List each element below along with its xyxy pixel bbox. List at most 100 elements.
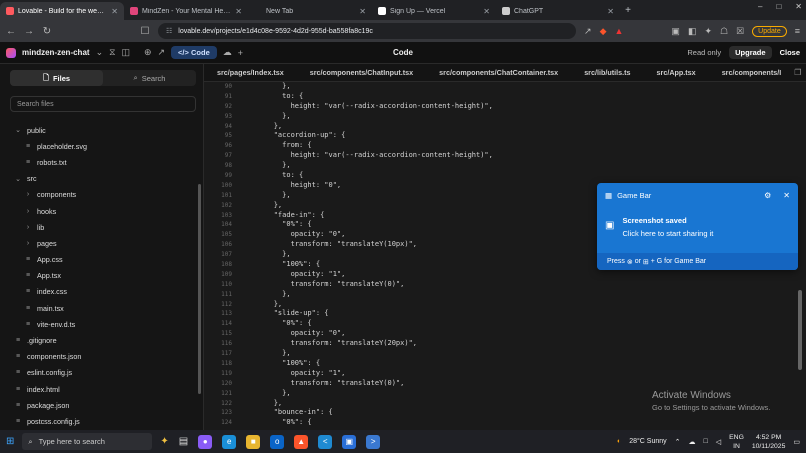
tree-file[interactable]: ≡ index.css bbox=[10, 284, 196, 300]
update-button[interactable]: Update bbox=[752, 25, 787, 37]
new-tab-icon[interactable]: + bbox=[620, 2, 636, 20]
split-view-icon[interactable]: ◧ bbox=[688, 26, 697, 37]
tree-file[interactable]: ≡ .gitignore bbox=[10, 332, 196, 348]
site-info-icon[interactable]: ☷ bbox=[166, 27, 172, 35]
brave-app-icon[interactable]: ▲ bbox=[294, 434, 309, 449]
tree-file[interactable]: ≡ index.html bbox=[10, 381, 196, 397]
game-bar-notification[interactable]: ▦ Game Bar ⚙ ✕ ▣ Screenshot saved Click … bbox=[597, 183, 798, 270]
copy-icon[interactable]: ❐ bbox=[794, 68, 801, 78]
editor-tab[interactable]: src/App.tsx bbox=[644, 68, 709, 77]
cloud-tray-icon[interactable]: ☁ bbox=[689, 438, 696, 446]
sidebar-scrollbar[interactable] bbox=[198, 184, 201, 394]
editor-tab[interactable]: src/components/I bbox=[709, 68, 795, 77]
settings-gear-icon[interactable]: ⚙ bbox=[764, 191, 771, 200]
editor-tab[interactable]: src/components/ChatContainer.tsx bbox=[426, 68, 571, 77]
tab-close-icon[interactable]: ✕ bbox=[359, 7, 366, 16]
maximize-icon[interactable]: □ bbox=[776, 2, 781, 11]
browser-tab[interactable]: ChatGPT ✕ bbox=[496, 2, 620, 20]
tree-file[interactable]: ≡ components.json bbox=[10, 349, 196, 365]
terminal-app-icon[interactable]: > bbox=[366, 434, 381, 449]
analytics-icon[interactable]: ↗ bbox=[158, 47, 166, 58]
brave-shield-icon[interactable]: ◆ bbox=[600, 26, 607, 37]
editor-scrollbar[interactable] bbox=[798, 290, 802, 370]
system-clock[interactable]: 4:52 PM 10/11/2025 bbox=[752, 433, 786, 451]
toast-subtitle: Click here to start sharing it bbox=[622, 229, 714, 238]
wallet-icon[interactable]: ☒ bbox=[736, 26, 744, 37]
tree-file[interactable]: ≡ vite-env.d.ts bbox=[10, 316, 196, 332]
lovable-logo-icon[interactable] bbox=[6, 47, 16, 58]
editor-tab[interactable]: src/pages/Index.tsx bbox=[204, 68, 297, 77]
window-close-icon[interactable]: ✕ bbox=[795, 2, 802, 11]
edge-app-icon[interactable]: e bbox=[222, 434, 237, 449]
close-icon[interactable]: ✕ bbox=[783, 191, 790, 200]
forward-icon[interactable]: → bbox=[24, 26, 34, 37]
tray-chevron-icon[interactable]: ⌃ bbox=[675, 438, 681, 446]
tree-folder[interactable]: ⌄ public bbox=[10, 122, 196, 138]
editor-tab[interactable]: src/lib/utils.ts bbox=[571, 68, 643, 77]
code-view-button[interactable]: </> Code bbox=[171, 46, 217, 59]
search-files-input[interactable]: Search files bbox=[10, 96, 196, 112]
tree-file[interactable]: ≡ postcss.config.js bbox=[10, 413, 196, 429]
url-bar[interactable]: ☷ lovable.dev/projects/e1d4c08e-9592-4d2… bbox=[158, 23, 577, 39]
share-icon[interactable]: ↗ bbox=[584, 26, 592, 37]
copilot-sparkle-icon[interactable]: ✦ bbox=[160, 436, 168, 447]
toast-title: Screenshot saved bbox=[622, 216, 687, 225]
tree-folder[interactable]: › lib bbox=[10, 219, 196, 235]
browser-tab[interactable]: Lovable - Build for the web 20x ✕ bbox=[0, 2, 124, 20]
tree-folder[interactable]: › components bbox=[10, 187, 196, 203]
browser-tab[interactable]: MindZen - Your Mental Health Comp ✕ bbox=[124, 2, 248, 20]
brave-rewards-icon[interactable]: ▲ bbox=[615, 26, 624, 36]
outlook-app-icon[interactable]: o bbox=[270, 434, 285, 449]
windows-start-icon[interactable]: ⊞ bbox=[6, 436, 14, 447]
volume-icon[interactable]: ◁ bbox=[716, 438, 721, 446]
tree-file[interactable]: ≡ robots.txt bbox=[10, 154, 196, 170]
upgrade-button[interactable]: Upgrade bbox=[729, 46, 772, 59]
taskbar-search[interactable]: ⌕ Type here to search bbox=[22, 433, 153, 450]
tab-search[interactable]: ⌕ Search bbox=[103, 70, 196, 86]
store-app-icon[interactable]: ▣ bbox=[342, 434, 357, 449]
weather-icon[interactable]: ◐ bbox=[617, 438, 621, 445]
tree-folder[interactable]: › hooks bbox=[10, 203, 196, 219]
vscode-app-icon[interactable]: < bbox=[318, 434, 333, 449]
line-number: 118 bbox=[221, 359, 232, 367]
file-explorer-icon[interactable]: ■ bbox=[246, 434, 261, 449]
extensions-icon[interactable]: ✦ bbox=[704, 26, 712, 37]
project-name[interactable]: mindzen-zen-chat bbox=[22, 48, 90, 57]
browser-tab[interactable]: Sign Up — Vercel ✕ bbox=[372, 2, 496, 20]
tab-close-icon[interactable]: ✕ bbox=[607, 7, 614, 16]
browser-tab[interactable]: New Tab ✕ bbox=[248, 2, 372, 20]
tree-file[interactable]: ≡ placeholder.svg bbox=[10, 138, 196, 154]
language-indicator[interactable]: ENG IN bbox=[729, 433, 744, 451]
preview-globe-icon[interactable]: ⊕ bbox=[144, 47, 152, 58]
tree-file[interactable]: ≡ App.tsx bbox=[10, 268, 196, 284]
tree-file[interactable]: ≡ main.tsx bbox=[10, 300, 196, 316]
tab-close-icon[interactable]: ✕ bbox=[235, 7, 242, 16]
tree-folder[interactable]: ⌄ src bbox=[10, 171, 196, 187]
tree-file[interactable]: ≡ package.json bbox=[10, 397, 196, 413]
tab-files[interactable]: 🗋 Files bbox=[10, 70, 103, 86]
close-button[interactable]: Close bbox=[780, 48, 800, 57]
sidebar-panel-icon[interactable]: ◫ bbox=[121, 47, 130, 58]
add-icon[interactable]: + bbox=[238, 48, 243, 58]
tab-close-icon[interactable]: ✕ bbox=[483, 7, 490, 16]
notification-icon[interactable]: ▭ bbox=[793, 438, 800, 446]
minimize-icon[interactable]: – bbox=[758, 2, 762, 11]
editor-tab[interactable]: src/components/ChatInput.tsx bbox=[297, 68, 426, 77]
copilot-app-icon[interactable]: ● bbox=[198, 434, 213, 449]
cloud-icon[interactable]: ☁ bbox=[223, 47, 232, 58]
tree-file[interactable]: ≡ eslint.config.js bbox=[10, 365, 196, 381]
tree-folder[interactable]: › pages bbox=[10, 235, 196, 251]
tree-file[interactable]: ≡ App.css bbox=[10, 252, 196, 268]
history-icon[interactable]: ⧖ bbox=[109, 47, 115, 58]
weather-text[interactable]: 28°C Sunny bbox=[629, 438, 666, 445]
vpn-icon[interactable]: ☖ bbox=[720, 26, 728, 37]
reload-icon[interactable]: ↻ bbox=[42, 26, 52, 37]
tab-close-icon[interactable]: ✕ bbox=[111, 7, 118, 16]
network-icon[interactable]: □ bbox=[704, 438, 708, 445]
back-icon[interactable]: ← bbox=[6, 26, 16, 37]
chevron-down-icon[interactable]: ⌄ bbox=[96, 47, 104, 58]
sidebar-toggle-icon[interactable]: ▣ bbox=[671, 26, 680, 37]
task-view-icon[interactable]: ▤ bbox=[179, 436, 188, 447]
bookmark-icon[interactable]: ☐ bbox=[140, 26, 150, 37]
menu-icon[interactable]: ≡ bbox=[795, 26, 800, 36]
